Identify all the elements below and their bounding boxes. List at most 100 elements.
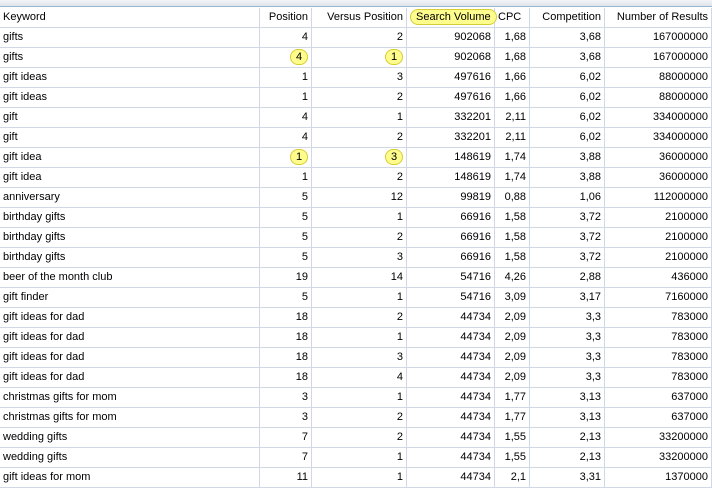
cell-search-volume[interactable]: 44734 (407, 388, 495, 407)
cell-cpc[interactable]: 1,66 (495, 88, 530, 107)
cell-number-of-results[interactable]: 88000000 (605, 88, 712, 107)
cell-search-volume[interactable]: 44734 (407, 468, 495, 487)
cell-versus-position[interactable]: 2 (312, 168, 407, 187)
cell-position[interactable]: 5 (260, 208, 312, 227)
header-competition[interactable]: Competition (530, 8, 605, 27)
cell-keyword[interactable]: beer of the month club (0, 268, 260, 287)
cell-cpc[interactable]: 1,77 (495, 408, 530, 427)
cell-competition[interactable]: 3,3 (530, 328, 605, 347)
cell-search-volume[interactable]: 44734 (407, 368, 495, 387)
cell-competition[interactable]: 3,13 (530, 408, 605, 427)
cell-number-of-results[interactable]: 7160000 (605, 288, 712, 307)
cell-competition[interactable]: 6,02 (530, 88, 605, 107)
cell-cpc[interactable]: 1,68 (495, 28, 530, 47)
cell-number-of-results[interactable]: 2100000 (605, 228, 712, 247)
cell-competition[interactable]: 6,02 (530, 108, 605, 127)
cell-cpc[interactable]: 1,77 (495, 388, 530, 407)
cell-versus-position[interactable]: 12 (312, 188, 407, 207)
header-position[interactable]: Position (260, 8, 312, 27)
cell-versus-position[interactable]: 2 (312, 28, 407, 47)
cell-position[interactable]: 5 (260, 288, 312, 307)
cell-cpc[interactable]: 1,55 (495, 448, 530, 467)
cell-keyword[interactable]: gifts (0, 28, 260, 47)
cell-competition[interactable]: 3,68 (530, 48, 605, 67)
cell-position[interactable]: 18 (260, 308, 312, 327)
cell-cpc[interactable]: 1,58 (495, 208, 530, 227)
cell-keyword[interactable]: gift (0, 108, 260, 127)
cell-keyword[interactable]: gift ideas for dad (0, 308, 260, 327)
cell-competition[interactable]: 3,72 (530, 248, 605, 267)
cell-number-of-results[interactable]: 167000000 (605, 28, 712, 47)
cell-versus-position[interactable]: 2 (312, 428, 407, 447)
cell-number-of-results[interactable]: 334000000 (605, 128, 712, 147)
header-cpc[interactable]: CPC (495, 8, 530, 27)
cell-cpc[interactable]: 3,09 (495, 288, 530, 307)
cell-number-of-results[interactable]: 783000 (605, 328, 712, 347)
cell-search-volume[interactable]: 148619 (407, 148, 495, 167)
cell-position[interactable]: 4 (260, 28, 312, 47)
cell-number-of-results[interactable]: 783000 (605, 348, 712, 367)
cell-competition[interactable]: 1,06 (530, 188, 605, 207)
cell-number-of-results[interactable]: 33200000 (605, 428, 712, 447)
cell-versus-position[interactable]: 2 (312, 128, 407, 147)
cell-versus-position[interactable]: 4 (312, 368, 407, 387)
cell-competition[interactable]: 3,68 (530, 28, 605, 47)
cell-number-of-results[interactable]: 112000000 (605, 188, 712, 207)
cell-number-of-results[interactable]: 637000 (605, 388, 712, 407)
cell-search-volume[interactable]: 332201 (407, 128, 495, 147)
cell-position[interactable]: 18 (260, 328, 312, 347)
cell-competition[interactable]: 6,02 (530, 68, 605, 87)
cell-position[interactable]: 5 (260, 248, 312, 267)
cell-search-volume[interactable]: 99819 (407, 188, 495, 207)
cell-keyword[interactable]: gift ideas for dad (0, 368, 260, 387)
cell-competition[interactable]: 3,13 (530, 388, 605, 407)
cell-keyword[interactable]: gift (0, 128, 260, 147)
cell-position[interactable]: 5 (260, 228, 312, 247)
cell-keyword[interactable]: anniversary (0, 188, 260, 207)
cell-versus-position[interactable]: 3 (312, 248, 407, 267)
cell-keyword[interactable]: gift ideas for dad (0, 348, 260, 367)
cell-competition[interactable]: 3,88 (530, 148, 605, 167)
cell-keyword[interactable]: christmas gifts for mom (0, 408, 260, 427)
cell-keyword[interactable]: wedding gifts (0, 428, 260, 447)
cell-versus-position[interactable]: 1 (312, 328, 407, 347)
cell-versus-position[interactable]: 3 (312, 348, 407, 367)
cell-search-volume[interactable]: 44734 (407, 408, 495, 427)
cell-competition[interactable]: 2,13 (530, 428, 605, 447)
cell-cpc[interactable]: 1,74 (495, 168, 530, 187)
header-search-volume[interactable]: Search Volume (407, 8, 497, 27)
cell-number-of-results[interactable]: 1370000 (605, 468, 712, 487)
cell-versus-position[interactable]: 2 (312, 308, 407, 327)
cell-position[interactable]: 1 (260, 88, 312, 107)
cell-position[interactable]: 18 (260, 348, 312, 367)
cell-position[interactable]: 3 (260, 408, 312, 427)
cell-competition[interactable]: 6,02 (530, 128, 605, 147)
cell-cpc[interactable]: 4,26 (495, 268, 530, 287)
cell-versus-position[interactable]: 2 (312, 228, 407, 247)
cell-competition[interactable]: 3,17 (530, 288, 605, 307)
cell-versus-position[interactable]: 3 (312, 148, 407, 167)
cell-cpc[interactable]: 1,58 (495, 228, 530, 247)
cell-position[interactable]: 7 (260, 448, 312, 467)
cell-competition[interactable]: 2,13 (530, 448, 605, 467)
cell-position[interactable]: 4 (260, 128, 312, 147)
cell-cpc[interactable]: 1,55 (495, 428, 530, 447)
header-keyword[interactable]: Keyword (0, 8, 260, 27)
cell-versus-position[interactable]: 2 (312, 408, 407, 427)
cell-keyword[interactable]: gift ideas for dad (0, 328, 260, 347)
cell-keyword[interactable]: wedding gifts (0, 448, 260, 467)
cell-competition[interactable]: 3,72 (530, 208, 605, 227)
cell-search-volume[interactable]: 66916 (407, 228, 495, 247)
cell-versus-position[interactable]: 1 (312, 448, 407, 467)
cell-keyword[interactable]: gift ideas (0, 68, 260, 87)
cell-keyword[interactable]: gifts (0, 48, 260, 67)
cell-competition[interactable]: 3,31 (530, 468, 605, 487)
cell-versus-position[interactable]: 2 (312, 88, 407, 107)
cell-cpc[interactable]: 1,66 (495, 68, 530, 87)
cell-search-volume[interactable]: 66916 (407, 208, 495, 227)
cell-number-of-results[interactable]: 334000000 (605, 108, 712, 127)
cell-number-of-results[interactable]: 637000 (605, 408, 712, 427)
cell-keyword[interactable]: birthday gifts (0, 248, 260, 267)
cell-versus-position[interactable]: 1 (312, 48, 407, 67)
cell-position[interactable]: 11 (260, 468, 312, 487)
